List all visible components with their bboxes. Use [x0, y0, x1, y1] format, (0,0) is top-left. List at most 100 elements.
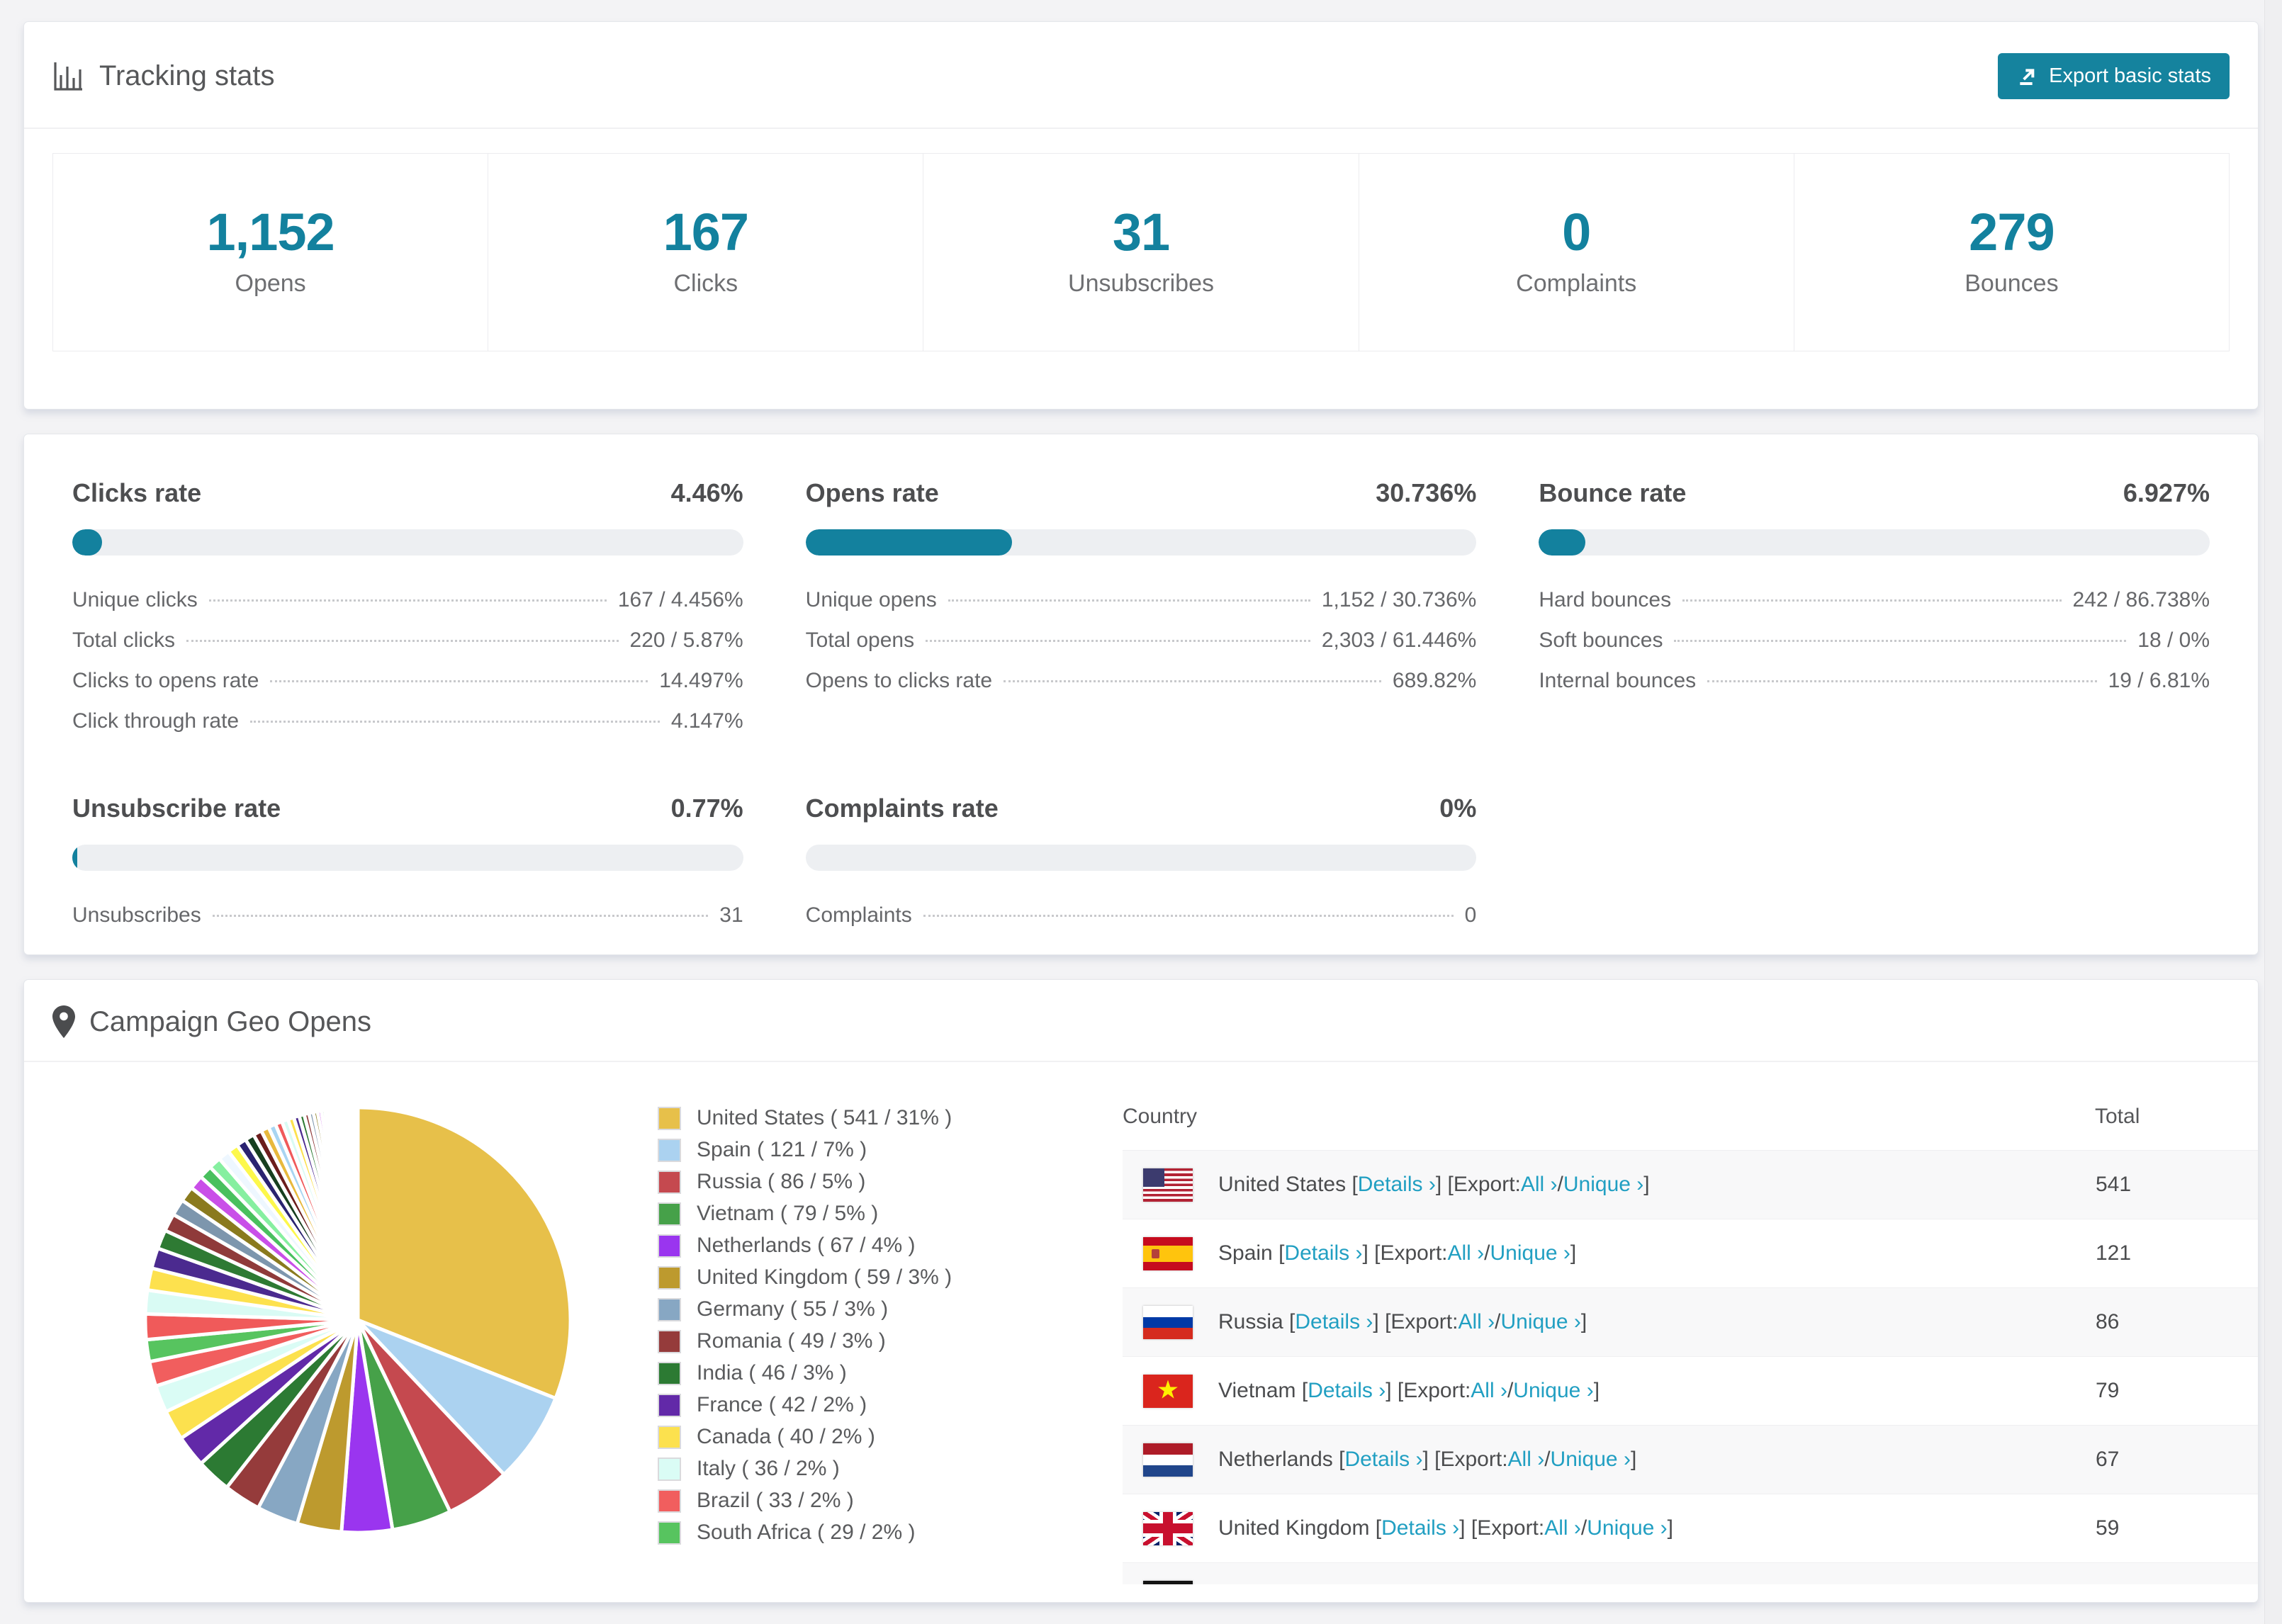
rates-grid: Clicks rate 4.46% Unique clicks 167 / 4.456… — [24, 434, 2258, 944]
rate-progress-track — [72, 529, 743, 556]
legend-label: Brazil ( 33 / 2% ) — [697, 1489, 854, 1512]
nl-flag-icon — [1143, 1443, 1193, 1477]
stat-label: Opens — [235, 269, 306, 297]
column-header-country: Country — [1123, 1105, 1198, 1128]
rate-row-label: Soft bounces — [1539, 628, 1663, 652]
rate-head: Unsubscribe rate 0.77% — [72, 794, 743, 823]
export-unique-link[interactable]: Unique › — [1551, 1448, 1631, 1472]
country-cell-inner: Netherlands [Details ›] [Export: All › /… — [1123, 1443, 2094, 1477]
separator: / — [1544, 1448, 1551, 1471]
total-value: 121 — [2096, 1241, 2132, 1265]
rate-row-leader — [926, 640, 1310, 642]
rate-row-leader — [1004, 680, 1381, 682]
stat-tile: 279 Bounces — [1793, 153, 2230, 351]
bracket: [ — [1272, 1241, 1285, 1265]
details-link[interactable]: Details › — [1308, 1379, 1386, 1403]
legend-label: Romania ( 49 / 3% ) — [697, 1329, 886, 1353]
export-all-link[interactable]: All › — [1544, 1516, 1581, 1540]
rate-row: Internal bounces 19 / 6.81% — [1539, 669, 2210, 709]
country-name: United Kingdom — [1218, 1516, 1370, 1540]
rate-row: Unique opens 1,152 / 30.736% — [806, 588, 1477, 628]
table-row: Spain [Details ›] [Export: All › / Uniqu… — [1123, 1219, 2258, 1288]
export-unique-link[interactable]: Unique › — [1587, 1516, 1667, 1540]
rate-row-value: 2,303 / 61.446% — [1321, 628, 1477, 652]
rate-row-value: 242 / 86.738% — [2072, 588, 2210, 611]
country-cell: United States [Details ›] [Export: All ›… — [1123, 1151, 2095, 1219]
rate-progress-track — [805, 529, 1477, 556]
rate-row-label: Clicks to opens rate — [72, 669, 259, 692]
bracket: [ — [1283, 1310, 1295, 1333]
rate-progress-track — [1539, 529, 2210, 556]
rate-row-value: 1,152 / 30.736% — [1321, 588, 1477, 611]
export-basic-stats-button[interactable]: Export basic stats — [1998, 53, 2230, 99]
stat-label: Clicks — [673, 269, 738, 297]
rate-row-value: 14.497% — [659, 669, 743, 692]
country-name: Vietnam — [1218, 1379, 1296, 1402]
page-scrollbar-track[interactable] — [2264, 0, 2282, 1624]
rate-rows: Hard bounces 242 / 86.738% Soft bounces 18 … — [1539, 588, 2210, 709]
table-row: United Kingdom [Details ›] [Export: All … — [1123, 1494, 2258, 1563]
legend-item: Vietnam ( 79 / 5% ) — [658, 1202, 1123, 1226]
bracket: ] [ — [1459, 1516, 1478, 1540]
legend-item: United States ( 541 / 31% ) — [658, 1106, 1123, 1130]
export-unique-link[interactable]: Unique › — [1490, 1241, 1570, 1265]
rate-row-leader — [212, 915, 709, 917]
legend-label: Russia ( 86 / 5% ) — [697, 1170, 866, 1193]
rate-row: Total clicks 220 / 5.87% — [72, 628, 743, 669]
export-prefix: Export: — [1440, 1448, 1508, 1471]
export-unique-link[interactable]: Unique › — [1500, 1310, 1580, 1334]
rate-percent: 6.927% — [2123, 478, 2210, 507]
rate-row-value: 0 — [1464, 903, 1477, 927]
bracket: ] [ — [1373, 1310, 1391, 1333]
export-icon — [2020, 68, 2035, 85]
rate-row-leader — [270, 680, 648, 682]
export-unique-link[interactable]: Unique › — [1563, 1173, 1643, 1197]
country-cell-inner: United States [Details ›] [Export: All ›… — [1123, 1168, 2094, 1202]
country-cell: Russia [Details ›] [Export: All › / Uniq… — [1123, 1288, 2095, 1357]
rate-row-value: 167 / 4.456% — [617, 588, 743, 611]
export-prefix: Export: — [1453, 1173, 1521, 1196]
details-link[interactable]: Details › — [1381, 1516, 1459, 1540]
table-row: United States [Details ›] [Export: All ›… — [1123, 1150, 2258, 1219]
details-link[interactable]: Details › — [1284, 1241, 1362, 1265]
rate-row-value: 220 / 5.87% — [629, 628, 743, 652]
details-link[interactable]: Details › — [1344, 1448, 1422, 1472]
rate-head: Bounce rate 6.927% — [1539, 478, 2210, 508]
country-cell: United Kingdom [Details ›] [Export: All … — [1123, 1494, 2095, 1563]
rate-progress-fill — [805, 529, 1012, 556]
table-row: Russia [Details ›] [Export: All › / Uniq… — [1123, 1287, 2258, 1357]
export-button-label: Export basic stats — [2049, 64, 2211, 87]
legend-swatch — [658, 1489, 681, 1513]
legend-swatch — [658, 1425, 681, 1449]
legend-label: South Africa ( 29 / 2% ) — [697, 1521, 916, 1544]
export-all-link[interactable]: All › — [1521, 1173, 1558, 1197]
total-value: 79 — [2096, 1379, 2120, 1402]
total-value: 59 — [2096, 1516, 2120, 1540]
export-all-link[interactable]: All › — [1448, 1241, 1485, 1265]
country-name: Netherlands — [1218, 1448, 1333, 1471]
export-all-link[interactable]: All › — [1508, 1448, 1545, 1472]
rate-row: Hard bounces 242 / 86.738% — [1539, 588, 2210, 628]
country-cell: Germany [Details ›] [Export: All › / Uni… — [1123, 1563, 2095, 1584]
rate-row-value: 19 / 6.81% — [2108, 669, 2210, 692]
details-link[interactable]: Details › — [1295, 1310, 1373, 1334]
export-all-link[interactable]: All › — [1458, 1310, 1495, 1334]
legend-item: India ( 46 / 3% ) — [658, 1361, 1123, 1385]
rate-row: Opens to clicks rate 689.82% — [806, 669, 1477, 709]
legend-swatch — [658, 1234, 681, 1258]
bracket: [ — [1295, 1379, 1308, 1402]
es-flag-icon — [1143, 1236, 1193, 1270]
bracket: ] [ — [1386, 1379, 1404, 1402]
stat-label: Complaints — [1516, 269, 1637, 297]
stat-tile: 31 Unsubscribes — [923, 153, 1359, 351]
details-link[interactable]: Details › — [1358, 1173, 1436, 1197]
gb-flag-icon — [1143, 1511, 1193, 1545]
export-prefix: Export: — [1390, 1310, 1458, 1333]
rate-row-leader — [250, 721, 660, 723]
country-name: United States — [1218, 1173, 1347, 1196]
export-all-link[interactable]: All › — [1471, 1379, 1507, 1403]
country-cell: Vietnam [Details ›] [Export: All › / Uni… — [1123, 1357, 2095, 1426]
export-unique-link[interactable]: Unique › — [1513, 1379, 1593, 1403]
country-cell-inner: Russia [Details ›] [Export: All › / Uniq… — [1123, 1305, 2094, 1339]
rate-title: Unsubscribe rate — [72, 794, 281, 823]
